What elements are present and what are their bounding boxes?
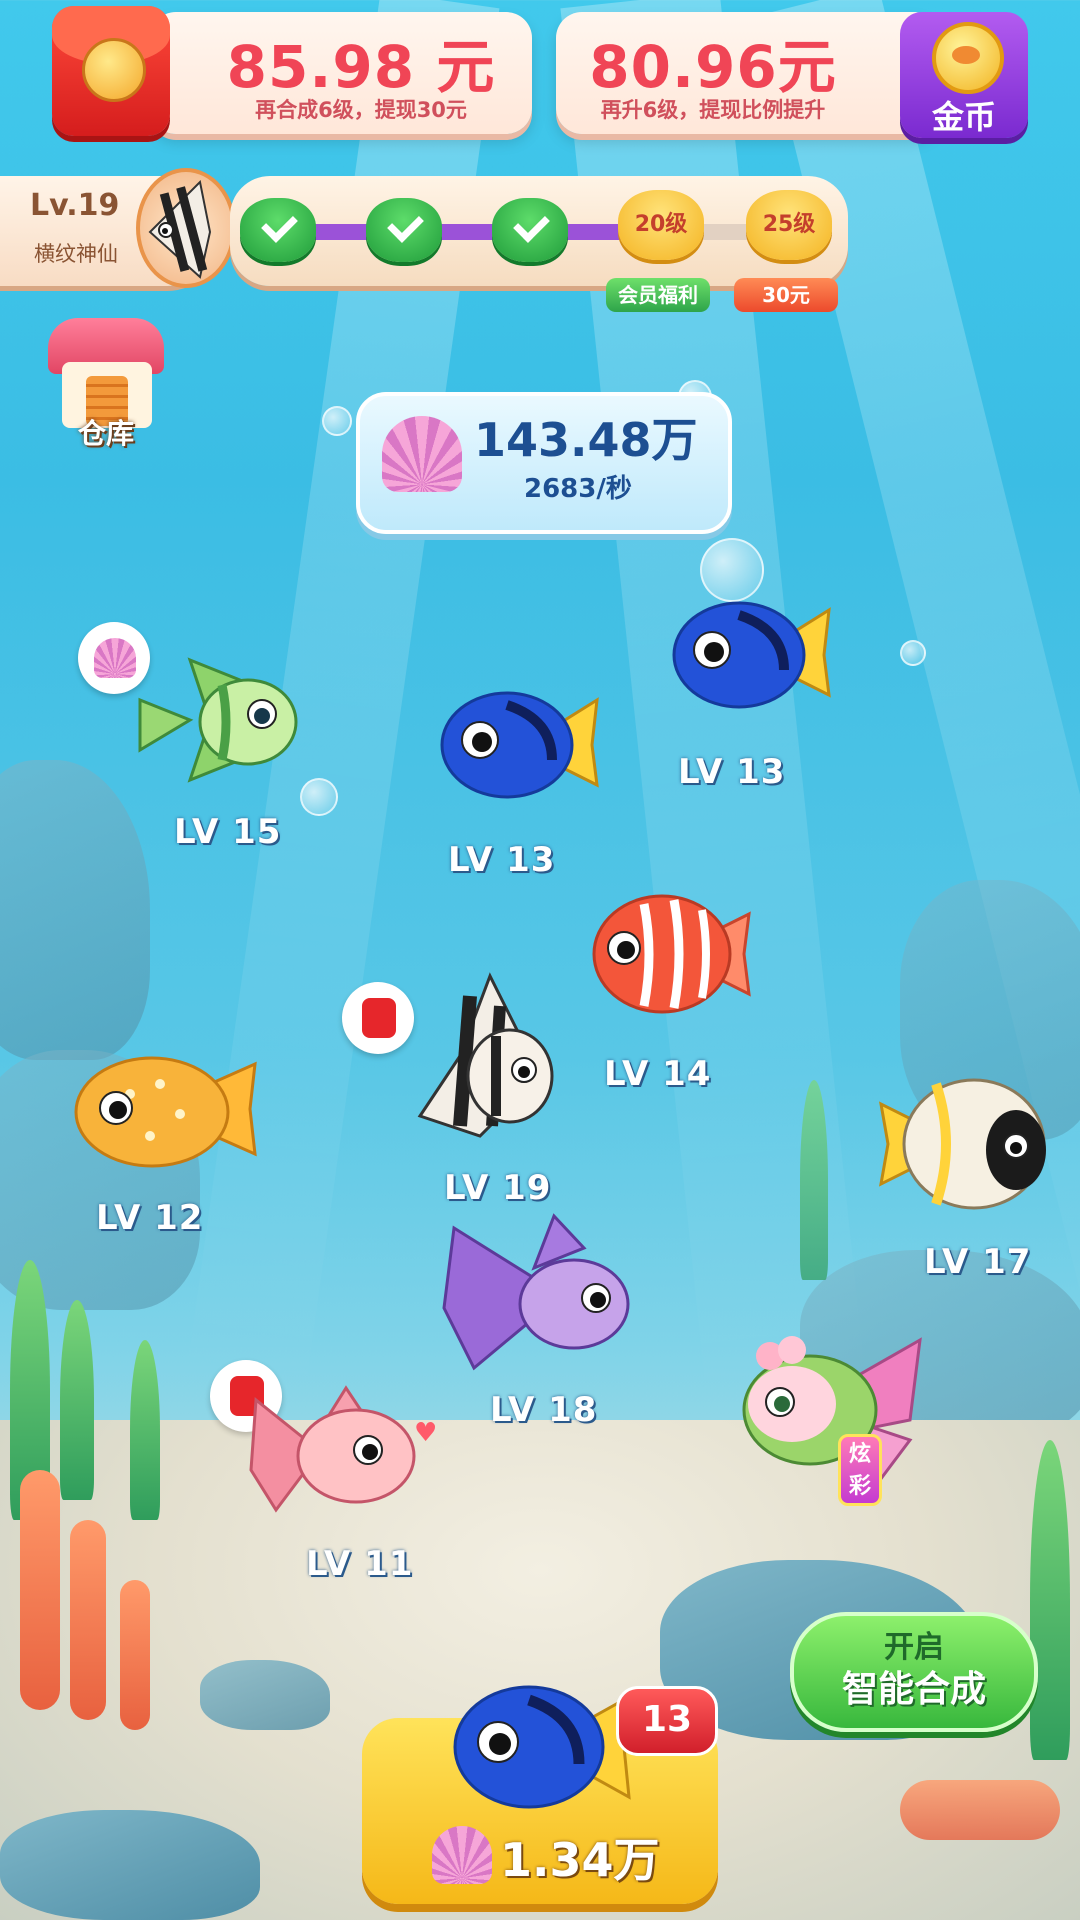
red-packet-note: 再合成6级，提现30元 [255, 98, 467, 122]
fish-level-label: LV 11 [306, 1544, 414, 1584]
level-progress-panel: 20级 25级 [230, 176, 848, 286]
seaweed [1030, 1440, 1070, 1760]
coin-amount: 80.96元 [589, 33, 837, 101]
member-benefit-tag: 会员福利 [606, 278, 710, 312]
red-packet-icon[interactable] [52, 6, 170, 136]
shell-icon [382, 416, 462, 492]
smart-merge-line2: 智能合成 [841, 1669, 986, 1710]
reward-30-tag: 30元 [734, 278, 838, 312]
fish-lv17[interactable] [876, 1064, 1048, 1220]
green-angelfish-icon [138, 657, 298, 783]
rock [200, 1660, 330, 1730]
fish-lv13[interactable] [664, 590, 834, 720]
pink-fish-icon [249, 1385, 416, 1513]
red-striped-fish-icon [592, 894, 751, 1014]
fish-lv12[interactable] [70, 1044, 260, 1174]
fish-lv18[interactable] [434, 1208, 634, 1376]
gold-coin-button[interactable]: 金币 [900, 12, 1028, 138]
seaweed [800, 1080, 828, 1280]
bubble [300, 778, 338, 816]
fish-level-label: LV 19 [444, 1168, 552, 1208]
medal-level-25[interactable]: 25级 [746, 190, 832, 260]
gold-coin-label: 金币 [931, 98, 996, 136]
level-fish-avatar [136, 168, 236, 288]
fish-lv13[interactable] [432, 680, 602, 810]
smart-merge-button[interactable]: 开启 智能合成 [790, 1612, 1038, 1732]
red-packet-icon [362, 998, 396, 1038]
coral [120, 1580, 150, 1730]
bubble [900, 640, 926, 666]
fish-level-label: LV 15 [174, 812, 282, 852]
rock [0, 1810, 260, 1920]
white-fish-icon [879, 1078, 1046, 1210]
fish-lv19[interactable] [400, 966, 560, 1156]
heart-icon: ♥ [414, 1418, 438, 1448]
bubble [322, 406, 352, 436]
blue-tang-icon [672, 601, 831, 709]
angelfish-icon [417, 972, 554, 1138]
angelfish-icon [148, 179, 212, 279]
fish-lv14[interactable] [584, 884, 754, 1024]
butterfly-fish-icon [742, 1336, 922, 1483]
coral [70, 1520, 106, 1720]
fish-lv15[interactable] [130, 640, 300, 790]
blue-tang-icon [440, 691, 599, 799]
check-icon [492, 198, 568, 262]
gold-coin-icon [932, 22, 1004, 94]
shell-icon [432, 1826, 492, 1884]
check-icon [366, 198, 442, 262]
buy-fish-preview [444, 1672, 634, 1822]
coin-note: 再升6级，提现比例提升 [600, 98, 826, 122]
buy-cost: 1.34万 [500, 1833, 660, 1887]
level-progress-fill [270, 224, 676, 240]
purple-betta-icon [442, 1213, 630, 1371]
level-fish-name: 横纹神仙 [34, 242, 118, 266]
rock [0, 760, 150, 1060]
fish-level-label: LV 13 [448, 840, 556, 880]
red-packet-amount: 85.98 元 [226, 33, 496, 101]
fish-count-badge: 13 [616, 1686, 718, 1756]
coral [20, 1470, 60, 1710]
shell-amount: 143.48万 [474, 413, 698, 467]
seaweed [130, 1340, 160, 1520]
level-label: Lv.19 [30, 188, 120, 223]
shell-rate: 2683/秒 [524, 474, 632, 504]
fish-level-label: LV 18 [490, 1390, 598, 1430]
medal-level-20[interactable]: 20级 [618, 190, 704, 260]
fish-special-butterfly[interactable] [730, 1320, 930, 1490]
warehouse-label: 仓库 [77, 417, 134, 450]
fish-lv11[interactable] [246, 1380, 426, 1520]
colorful-tag: 炫彩 [838, 1434, 882, 1506]
fish-coin-icon [82, 38, 146, 102]
fish-level-label: LV 17 [924, 1242, 1032, 1282]
fish-level-label: LV 13 [678, 752, 786, 792]
coral [900, 1780, 1060, 1840]
blue-tang-icon [453, 1685, 631, 1809]
check-icon [240, 198, 316, 262]
fish-level-label: LV 14 [604, 1054, 712, 1094]
seaweed [60, 1300, 94, 1500]
red-packet-card[interactable]: 85.98 元 再合成6级，提现30元 [150, 12, 532, 134]
fish-level-label: LV 12 [96, 1198, 204, 1238]
orange-puffer-icon [74, 1056, 257, 1168]
coin-card[interactable]: 80.96元 再升6级，提现比例提升 [556, 12, 940, 134]
